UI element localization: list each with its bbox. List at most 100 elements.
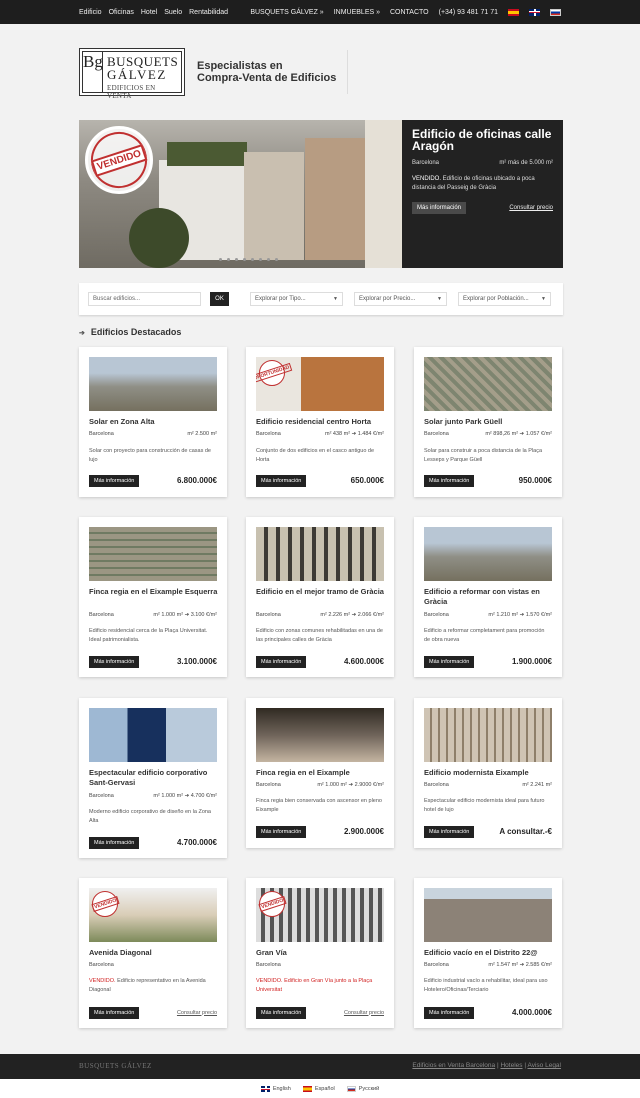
nav-suelo[interactable]: Suelo	[164, 9, 182, 16]
nav-brand-menu[interactable]: BUSQUETS GÁLVEZ »	[250, 9, 323, 16]
language-spanish[interactable]: Español	[302, 1085, 335, 1092]
footer-link-hoteles[interactable]: Hoteles	[500, 1062, 522, 1069]
sold-stamp-icon: VENDIDO	[258, 891, 286, 917]
slider-more-info-button[interactable]: Más información	[412, 202, 467, 214]
language-english[interactable]: English	[260, 1085, 291, 1092]
property-title[interactable]: Espectacular edificio corporativo Sant-G…	[89, 768, 219, 788]
property-title[interactable]: Avenida Diagonal	[89, 948, 219, 958]
slider-city: Barcelona	[412, 160, 440, 166]
property-title[interactable]: Gran Vía	[256, 948, 386, 958]
property-price: 3.100.000€	[176, 657, 217, 666]
property-description: Edificio industrial vacío a rehabilitar,…	[424, 978, 548, 993]
property-title[interactable]: Solar en Zona Alta	[89, 417, 219, 427]
slider-photo[interactable]: VENDIDO	[79, 120, 402, 268]
price-select[interactable]: Explorar por Precio... ▼	[354, 292, 447, 306]
type-select[interactable]: Explorar por Tipo... ▼	[250, 292, 343, 306]
spanish-flag-icon[interactable]	[508, 8, 519, 16]
english-flag-icon	[260, 1085, 270, 1092]
property-title[interactable]: Edificio en el mejor tramo de Gràcia	[256, 587, 386, 597]
footer-link-edificios[interactable]: Edificios en Venta Barcelona	[412, 1062, 495, 1069]
more-info-button[interactable]: Más información	[256, 825, 307, 838]
property-photo[interactable]	[89, 357, 217, 411]
location-select[interactable]: Explorar por Población... ▼	[458, 292, 551, 306]
property-area: m² 1.000 m² ➔ 3.100 €/m²	[153, 612, 217, 618]
property-photo[interactable]	[89, 708, 217, 762]
slider-consult-price-link[interactable]: Consultar precio	[509, 205, 553, 211]
property-card[interactable]: Solar en Zona Alta Barcelona m² 2.500 m² …	[79, 347, 227, 497]
site-logo[interactable]: Bg BUSQUETS GÁLVEZ EDIFICIOS EN VENTA	[79, 48, 185, 100]
property-price: 950.000€	[518, 476, 552, 485]
spanish-flag-icon	[302, 1085, 312, 1092]
property-title[interactable]: Edificio vacío en el Distrito 22@	[424, 948, 554, 958]
nav-edificio[interactable]: Edificio	[79, 9, 102, 16]
property-title[interactable]: Solar junto Park Güell	[424, 417, 554, 427]
property-card[interactable]: OPORTUNIDAD Edificio residencial centro …	[246, 347, 394, 497]
footer-links: Edificios en Venta Barcelona | Hoteles |…	[412, 1062, 561, 1069]
property-card[interactable]: VENDIDO Avenida Diagonal Barcelona VENDI…	[79, 878, 227, 1028]
property-card[interactable]: VENDIDO Gran Vía Barcelona VENDIDO. Edif…	[246, 878, 394, 1028]
slider-title: Edificio de oficinas calle Aragón	[412, 127, 552, 153]
property-photo[interactable]	[89, 527, 217, 581]
property-title[interactable]: Edificio modernista Eixample	[424, 768, 554, 778]
property-card[interactable]: Espectacular edificio corporativo Sant-G…	[79, 698, 227, 858]
nav-oficinas[interactable]: Oficinas	[109, 9, 134, 16]
nav-phone[interactable]: (+34) 93 481 71 71	[439, 9, 498, 16]
search-input[interactable]: Buscar edificios...	[88, 292, 201, 306]
property-photo[interactable]	[424, 708, 552, 762]
property-description: Edificio con zonas comunes rehabilitadas…	[256, 628, 383, 643]
property-city: Barcelona	[256, 962, 281, 968]
more-info-button[interactable]: Más información	[256, 474, 307, 487]
property-photo[interactable]: VENDIDO	[89, 888, 217, 942]
search-bar: Buscar edificios... OK Explorar por Tipo…	[79, 283, 563, 315]
russian-flag-icon[interactable]	[550, 8, 561, 16]
nav-inmuebles-menu[interactable]: INMUEBLES »	[334, 9, 380, 16]
property-photo[interactable]	[424, 527, 552, 581]
property-price: 6.800.000€	[176, 476, 217, 485]
property-photo[interactable]	[256, 527, 384, 581]
property-city: Barcelona	[89, 793, 114, 799]
more-info-button[interactable]: Más información	[256, 1006, 307, 1019]
property-card[interactable]: Solar junto Park Güell Barcelona m² 898,2…	[414, 347, 562, 497]
nav-hotel[interactable]: Hotel	[141, 9, 157, 16]
property-photo[interactable]: OPORTUNIDAD	[256, 357, 384, 411]
property-title[interactable]: Edificio a reformar con vistas en Gràcia	[424, 587, 554, 607]
property-area: m² 2.226 m² ➔ 2.066 €/m²	[320, 612, 384, 618]
property-card[interactable]: Finca regia en el Eixample Esquerra Barc…	[79, 517, 227, 677]
property-city: Barcelona	[424, 612, 449, 618]
more-info-button[interactable]: Más información	[89, 1006, 140, 1019]
property-card[interactable]: Finca regia en el Eixample Barcelona m² 1…	[246, 698, 394, 848]
more-info-button[interactable]: Más información	[424, 825, 475, 838]
nav-contacto[interactable]: CONTACTO	[390, 9, 429, 16]
more-info-button[interactable]: Más información	[424, 1006, 475, 1019]
more-info-button[interactable]: Más información	[424, 474, 475, 487]
more-info-button[interactable]: Más información	[424, 655, 475, 668]
property-description: Solar para construir a poca distancia de…	[424, 448, 543, 463]
search-ok-button[interactable]: OK	[210, 292, 229, 306]
property-card[interactable]: Edificio vacío en el Distrito 22@ Barcel…	[414, 878, 562, 1028]
footer-link-aviso-legal[interactable]: Aviso Legal	[528, 1062, 562, 1069]
more-info-button[interactable]: Más información	[89, 655, 140, 668]
property-photo[interactable]	[424, 357, 552, 411]
nav-rentabilidad[interactable]: Rentabilidad	[189, 9, 228, 16]
property-card[interactable]: Edificio en el mejor tramo de Gràcia Bar…	[246, 517, 394, 677]
slider-dots[interactable]	[219, 258, 278, 261]
property-title[interactable]: Edificio residencial centro Horta	[256, 417, 386, 427]
more-info-button[interactable]: Más información	[89, 474, 140, 487]
more-info-button[interactable]: Más información	[89, 836, 140, 849]
property-title[interactable]: Finca regia en el Eixample	[256, 768, 386, 778]
property-card[interactable]: Edificio modernista Eixample Barcelona m²…	[414, 698, 562, 848]
consult-price-link[interactable]: Consultar precio	[344, 1010, 384, 1016]
property-description: Edificio a reformar completament para pr…	[424, 628, 545, 643]
property-photo[interactable]	[256, 708, 384, 762]
site-tagline: Especialistas en Compra-Venta de Edifici…	[197, 60, 336, 84]
slider-description: VENDIDO. Edificio de oficinas ubicado a …	[412, 176, 535, 191]
language-russian[interactable]: Русский	[346, 1085, 379, 1092]
more-info-button[interactable]: Más información	[256, 655, 307, 668]
property-photo[interactable]	[424, 888, 552, 942]
property-card[interactable]: Edificio a reformar con vistas en Gràcia…	[414, 517, 562, 677]
property-title[interactable]: Finca regia en el Eixample Esquerra	[89, 587, 219, 597]
consult-price-link[interactable]: Consultar precio	[177, 1010, 217, 1016]
property-city: Barcelona	[89, 431, 114, 437]
property-photo[interactable]: VENDIDO	[256, 888, 384, 942]
english-flag-icon[interactable]	[529, 8, 540, 16]
